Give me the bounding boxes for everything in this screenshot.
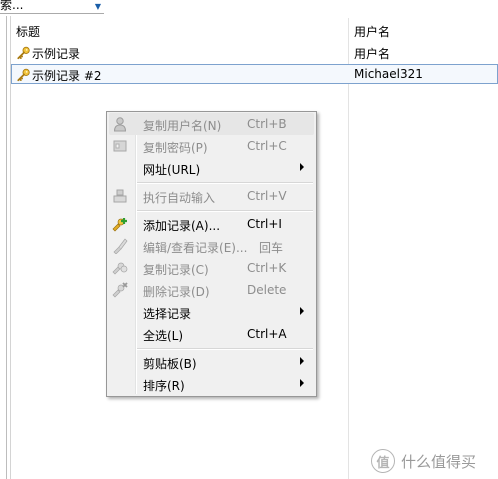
column-divider[interactable] (348, 18, 349, 479)
menu-item-add-entry[interactable]: 添加记录(A)... Ctrl+I (109, 213, 314, 235)
menu-item-shortcut: Ctrl+A (247, 327, 287, 341)
table-row[interactable]: 示例记录 用户名 (11, 42, 498, 62)
menu-item-shortcut: Ctrl+B (247, 117, 287, 131)
menu-item-copy-username[interactable]: 复制用户名(N) Ctrl+B (109, 113, 314, 135)
menu-item-label: 网址(URL) (143, 163, 201, 177)
menu-item-label: 编辑/查看记录(E)... (143, 241, 248, 255)
menu-item-label: 选择记录 (143, 307, 192, 321)
menu-separator (137, 182, 313, 184)
menu-separator (137, 210, 313, 212)
entry-title-cell: 示例记录 #2 (16, 67, 102, 84)
chevron-down-icon[interactable]: ▼ (92, 0, 104, 13)
menu-item-duplicate-entry[interactable]: 复制记录(C) Ctrl+K (109, 257, 314, 279)
search-input[interactable]: 索... (0, 0, 23, 13)
menu-item-shortcut: Ctrl+I (247, 217, 282, 231)
menu-separator (137, 348, 313, 350)
menu-item-label: 添加记录(A)... (143, 219, 221, 233)
menu-item-label: 复制记录(C) (143, 263, 209, 277)
menu-item-shortcut: 回车 (259, 241, 284, 255)
entry-username: Michael321 (354, 67, 423, 81)
menu-item-delete-entry[interactable]: 删除记录(D) Delete (109, 279, 314, 301)
user-icon (113, 117, 127, 132)
submenu-arrow-icon (300, 307, 304, 315)
pane-border (6, 16, 7, 479)
menu-item-label: 剪贴板(B) (143, 357, 197, 371)
menu-item-shortcut: Ctrl+C (247, 139, 287, 153)
menu-item-sort[interactable]: 排序(R) (109, 373, 314, 395)
entry-title: 示例记录 #2 (32, 69, 102, 83)
edit-entry-icon (113, 238, 128, 254)
entry-title-cell: 示例记录 (16, 45, 80, 62)
search-bar[interactable]: 索... ▼ (0, 0, 498, 16)
password-icon (113, 140, 127, 152)
menu-item-shortcut: Ctrl+K (247, 261, 287, 275)
watermark-badge: 值 (371, 449, 395, 473)
column-header-username[interactable]: 用户名 (354, 23, 390, 40)
menu-item-select-entries[interactable]: 选择记录 (109, 301, 314, 323)
add-entry-icon (112, 218, 127, 232)
delete-entry-icon (112, 282, 128, 298)
menu-item-label: 复制密码(P) (143, 141, 208, 155)
search-underline (0, 13, 104, 14)
entry-username: 用户名 (354, 47, 391, 61)
menu-item-shortcut: Ctrl+V (247, 189, 287, 203)
menu-item-label: 全选(L) (143, 329, 184, 343)
autotype-icon (113, 189, 127, 203)
table-row-selected[interactable]: 示例记录 #2 Michael321 (11, 64, 498, 84)
watermark: 值 什么值得买 (371, 449, 476, 473)
submenu-arrow-icon (300, 357, 304, 365)
menu-item-edit-entry[interactable]: 编辑/查看记录(E)... 回车 (109, 235, 314, 257)
key-icon (17, 46, 30, 60)
key-icon (17, 68, 30, 82)
menu-item-select-all[interactable]: 全选(L) Ctrl+A (109, 323, 314, 345)
entry-title: 示例记录 (32, 47, 81, 61)
watermark-text: 什么值得买 (401, 452, 477, 471)
menu-item-url[interactable]: 网址(URL) (109, 157, 314, 179)
submenu-arrow-icon (300, 163, 304, 171)
menu-item-label: 删除记录(D) (143, 285, 210, 299)
list-header: 标题 用户名 (11, 20, 498, 40)
menu-item-label: 复制用户名(N) (143, 119, 222, 133)
submenu-arrow-icon (300, 379, 304, 387)
column-header-title[interactable]: 标题 (16, 23, 40, 40)
menu-item-shortcut: Delete (247, 283, 287, 297)
menu-item-label: 执行自动输入 (143, 191, 216, 205)
duplicate-entry-icon (112, 262, 128, 275)
menu-item-autotype[interactable]: 执行自动输入 Ctrl+V (109, 185, 314, 207)
menu-item-clipboard[interactable]: 剪贴板(B) (109, 351, 314, 373)
menu-item-copy-password[interactable]: 复制密码(P) Ctrl+C (109, 135, 314, 157)
context-menu: 复制用户名(N) Ctrl+B 复制密码(P) Ctrl+C 网址(URL) 执… (106, 111, 317, 397)
menu-item-label: 排序(R) (143, 379, 185, 393)
